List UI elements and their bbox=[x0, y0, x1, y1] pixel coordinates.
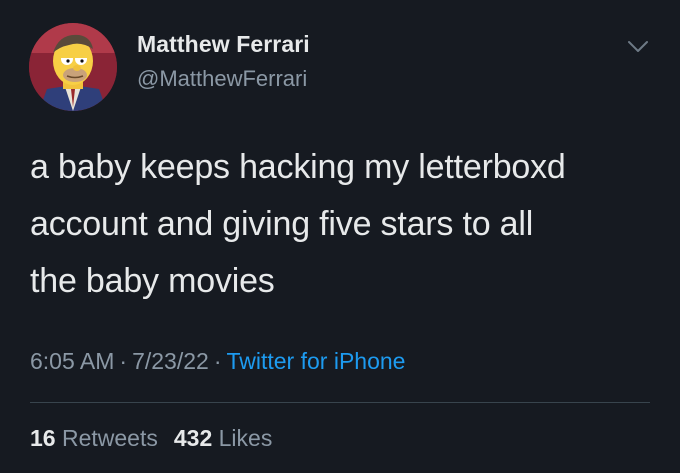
cartoon-man-avatar-icon bbox=[29, 23, 117, 111]
avatar[interactable] bbox=[29, 23, 117, 111]
tweet-text-line: account and giving five stars to all bbox=[30, 205, 534, 243]
divider bbox=[30, 402, 650, 403]
retweets-count: 16 bbox=[30, 425, 56, 451]
meta-separator: · bbox=[119, 348, 128, 374]
tweet-time[interactable]: 6:05 AM bbox=[30, 348, 114, 374]
author-handle[interactable]: @MatthewFerrari bbox=[137, 66, 307, 92]
tweet-source-link[interactable]: Twitter for iPhone bbox=[226, 348, 405, 374]
tweet-text-line: the baby movies bbox=[30, 262, 275, 300]
meta-separator: · bbox=[213, 348, 222, 374]
tweet-date[interactable]: 7/23/22 bbox=[132, 348, 209, 374]
tweet-text: a baby keeps hacking my letterboxd accou… bbox=[30, 139, 660, 310]
likes-count: 432 bbox=[173, 425, 213, 451]
likes-label: Likes bbox=[218, 425, 273, 451]
tweet-card: Matthew Ferrari @MatthewFerrari a baby k… bbox=[0, 0, 680, 473]
chevron-down-icon bbox=[628, 41, 648, 52]
author-display-name[interactable]: Matthew Ferrari bbox=[137, 31, 310, 58]
tweet-meta: 6:05 AM · 7/23/22 · Twitter for iPhone bbox=[30, 348, 405, 375]
more-options-button[interactable] bbox=[625, 36, 651, 56]
retweets-stat[interactable]: 16 Retweets bbox=[30, 425, 158, 451]
tweet-stats: 16 Retweets 432 Likes bbox=[30, 425, 272, 452]
tweet-text-line: a baby keeps hacking my letterboxd bbox=[30, 148, 566, 186]
likes-stat[interactable]: 432 Likes bbox=[174, 425, 272, 451]
retweets-label: Retweets bbox=[61, 425, 158, 451]
